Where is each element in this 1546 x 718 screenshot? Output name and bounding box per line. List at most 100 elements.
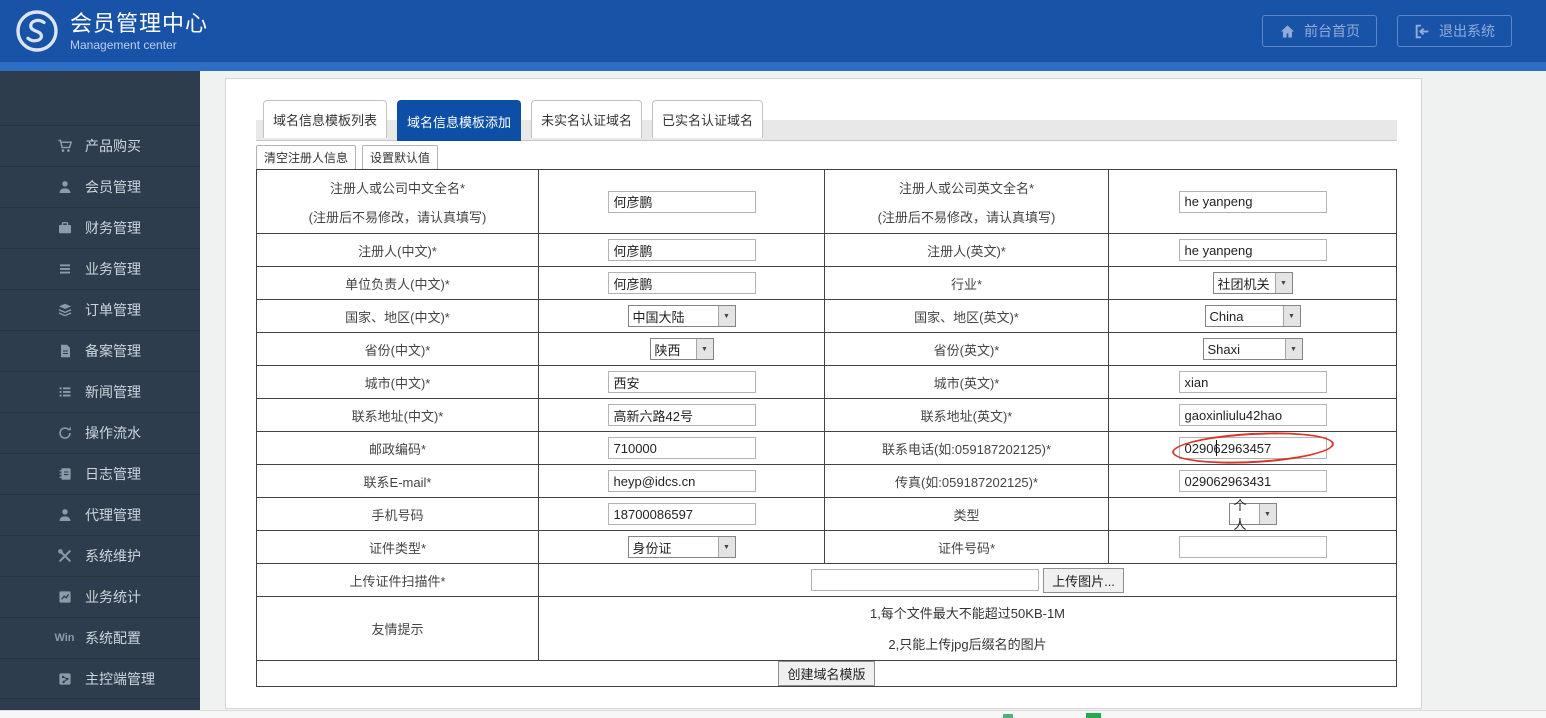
submit-cell: 创建域名模版 — [257, 661, 1397, 687]
industry-select[interactable]: 社团机关 ▼ — [1213, 272, 1293, 294]
field-label: 联系E-mail* — [257, 465, 539, 498]
field-label: 联系地址(中文)* — [257, 399, 539, 432]
country-cn-select[interactable]: 中国大陆 ▼ — [628, 305, 736, 327]
tab-unverified-domains[interactable]: 未实名认证域名 — [531, 100, 642, 138]
upload-image-button[interactable]: 上传图片... — [1043, 568, 1124, 593]
sidebar-menu: 产品购买 会员管理 财务管理 业务管理 订单管理 — [0, 125, 200, 699]
table-row: 国家、地区(中文)* 中国大陆 ▼ 国家、地区(英文)* China ▼ — [257, 300, 1397, 333]
address-cn-input[interactable] — [608, 404, 756, 426]
contact-phone-input[interactable] — [1179, 437, 1327, 459]
field-label: 城市(英文)* — [825, 366, 1109, 399]
content-card: 域名信息模板列表 域名信息模板添加 未实名认证域名 已实名认证域名 清空注册人信… — [225, 78, 1422, 709]
address-en-input[interactable] — [1179, 404, 1327, 426]
sidebar-item-master-console[interactable]: 主控端管理 — [0, 658, 200, 699]
agent-icon — [56, 507, 73, 524]
sidebar-item-product-purchase[interactable]: 产品购买 — [0, 125, 200, 166]
logo-icon — [14, 8, 60, 54]
set-defaults-button[interactable]: 设置默认值 — [362, 145, 438, 170]
footer-cropped-icon — [1003, 714, 1013, 718]
tab-verified-domains[interactable]: 已实名认证域名 — [652, 100, 763, 138]
registrant-cn-fullname-input[interactable] — [608, 191, 756, 213]
maintenance-icon — [56, 548, 73, 565]
field-cell — [539, 170, 825, 234]
chevron-down-icon: ▼ — [696, 339, 713, 359]
sidebar-item-system-maintenance[interactable]: 系统维护 — [0, 535, 200, 576]
field-label: 省份(英文)* — [825, 333, 1109, 366]
sidebar-item-news-management[interactable]: 新闻管理 — [0, 371, 200, 412]
city-cn-input[interactable] — [608, 371, 756, 393]
unit-head-cn-input[interactable] — [608, 272, 756, 294]
chevron-down-icon: ▼ — [718, 306, 735, 326]
table-row: 创建域名模版 — [257, 661, 1397, 687]
field-label: 证件号码* — [825, 531, 1109, 564]
cart-icon — [56, 138, 73, 155]
sidebar-item-filing-management[interactable]: 备案管理 — [0, 330, 200, 371]
field-cell: 陕西 ▼ — [539, 333, 825, 366]
field-label: 传真(如:059187202125)* — [825, 465, 1109, 498]
sidebar-item-business-management[interactable]: 业务管理 — [0, 248, 200, 289]
table-row: 友情提示 1,每个文件最大不能超过50KB-1M 2,只能上传jpg后缀名的图片 — [257, 597, 1397, 661]
contact-email-input[interactable] — [608, 470, 756, 492]
field-label: 手机号码 — [257, 498, 539, 531]
postal-code-input[interactable] — [608, 437, 756, 459]
field-cell — [1109, 399, 1397, 432]
field-label: 国家、地区(中文)* — [257, 300, 539, 333]
country-en-select[interactable]: China ▼ — [1205, 305, 1301, 327]
table-row: 注册人(中文)* 注册人(英文)* — [257, 234, 1397, 267]
tab-domain-template-list[interactable]: 域名信息模板列表 — [263, 100, 387, 138]
front-home-button[interactable]: 前台首页 — [1262, 15, 1377, 47]
chevron-down-icon: ▼ — [718, 537, 735, 557]
sidebar-item-finance-management[interactable]: 财务管理 — [0, 207, 200, 248]
field-label: 单位负责人(中文)* — [257, 267, 539, 300]
sidebar-item-operation-flow[interactable]: 操作流水 — [0, 412, 200, 453]
tips-cell: 1,每个文件最大不能超过50KB-1M 2,只能上传jpg后缀名的图片 — [539, 597, 1397, 661]
tab-domain-template-add[interactable]: 域名信息模板添加 — [397, 100, 521, 141]
field-label: 类型 — [825, 498, 1109, 531]
registrant-cn-input[interactable] — [608, 239, 756, 261]
sidebar-item-agent-management[interactable]: 代理管理 — [0, 494, 200, 535]
sidebar-item-business-statistics[interactable]: 业务统计 — [0, 576, 200, 617]
id-number-input[interactable] — [1179, 536, 1327, 558]
table-row: 手机号码 类型 个人 ▼ — [257, 498, 1397, 531]
field-cell: 社团机关 ▼ — [1109, 267, 1397, 300]
business-icon — [56, 261, 73, 278]
upload-filename-input[interactable] — [811, 569, 1039, 591]
registrant-en-input[interactable] — [1179, 239, 1327, 261]
table-row: 上传证件扫描件* 上传图片... — [257, 564, 1397, 597]
field-label: 上传证件扫描件* — [257, 564, 539, 597]
city-en-input[interactable] — [1179, 371, 1327, 393]
sidebar-item-order-management[interactable]: 订单管理 — [0, 289, 200, 330]
create-domain-template-button[interactable]: 创建域名模版 — [778, 661, 874, 686]
mobile-input[interactable] — [608, 503, 756, 525]
type-select[interactable]: 个人 ▼ — [1229, 503, 1277, 525]
sidebar-item-system-config[interactable]: Win 系统配置 — [0, 617, 200, 658]
province-en-select[interactable]: Shaxi ▼ — [1203, 338, 1303, 360]
field-label: 注册人(英文)* — [825, 234, 1109, 267]
field-cell — [1109, 234, 1397, 267]
table-row: 城市(中文)* 城市(英文)* — [257, 366, 1397, 399]
fax-input[interactable] — [1179, 470, 1327, 492]
field-cell: 中国大陆 ▼ — [539, 300, 825, 333]
province-cn-select[interactable]: 陕西 ▼ — [650, 338, 714, 360]
table-row: 注册人或公司中文全名* (注册后不易修改，请认真填写) 注册人或公司英文全名* … — [257, 170, 1397, 234]
registrant-en-fullname-input[interactable] — [1179, 191, 1327, 213]
console-icon — [56, 670, 73, 687]
brand-text: 会员管理中心 Management center — [70, 11, 208, 52]
field-cell: China ▼ — [1109, 300, 1397, 333]
table-row: 联系E-mail* 传真(如:059187202125)* — [257, 465, 1397, 498]
member-icon — [56, 179, 73, 196]
sidebar: 产品购买 会员管理 财务管理 业务管理 订单管理 — [0, 71, 200, 710]
field-label: 国家、地区(英文)* — [825, 300, 1109, 333]
clear-registrant-button[interactable]: 清空注册人信息 — [256, 145, 356, 170]
chevron-down-icon: ▼ — [1275, 273, 1292, 293]
text-cursor — [1216, 440, 1217, 456]
upload-control: 上传图片... — [811, 568, 1124, 593]
sidebar-item-log-management[interactable]: 日志管理 — [0, 453, 200, 494]
logout-button[interactable]: 退出系统 — [1397, 15, 1512, 47]
field-cell — [539, 498, 825, 531]
id-type-select[interactable]: 身份证 ▼ — [628, 536, 736, 558]
page-title: 会员管理中心 — [70, 11, 208, 37]
header-accent-strip — [0, 62, 1546, 71]
field-label: 注册人或公司英文全名* (注册后不易修改，请认真填写) — [825, 170, 1109, 234]
sidebar-item-member-management[interactable]: 会员管理 — [0, 166, 200, 207]
